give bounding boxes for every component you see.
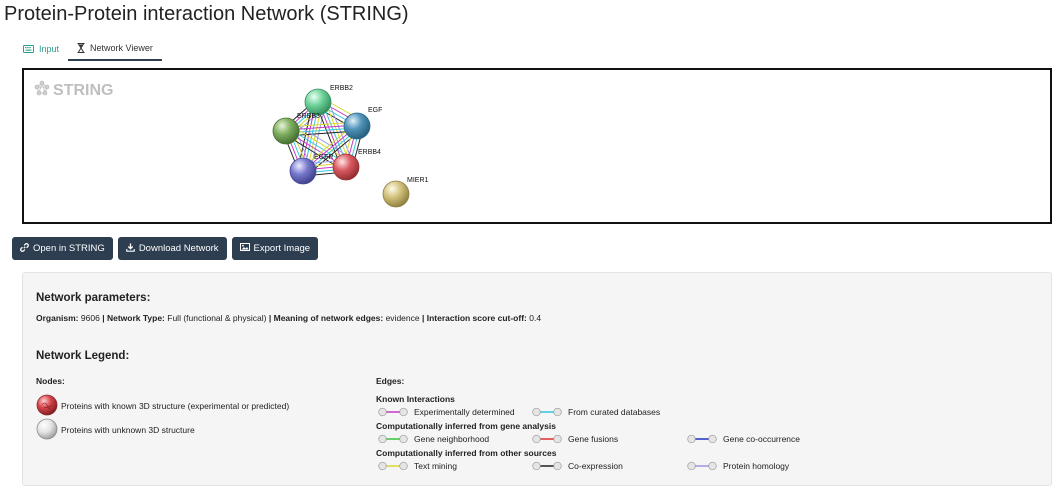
tab-network-viewer[interactable]: Network Viewer <box>68 36 162 61</box>
legend-edge-curated: From curated databases <box>532 407 660 417</box>
edge-swatch-coexpression <box>532 461 562 471</box>
node-label-erbb3: ERBB3 <box>297 113 320 120</box>
nodes-heading: Nodes: <box>36 376 65 386</box>
edges-heading: Edges: <box>376 376 405 386</box>
gene-analysis-heading: Computationally inferred from gene analy… <box>376 421 556 431</box>
legend-edge-experimental-label: Experimentally determined <box>414 407 515 417</box>
node-label-egfr: EGFR <box>314 154 333 161</box>
node-erbb4[interactable]: ERBB4 <box>332 149 381 181</box>
keyboard-icon <box>23 44 34 53</box>
action-buttons: Open in STRING Download Network Export I… <box>12 237 319 260</box>
download-icon <box>126 243 135 255</box>
legend-edge-homology-label: Protein homology <box>723 461 790 471</box>
network-nodes: ERBB2 ERBB3 EGF EGFR ERBB4 MIER1 <box>272 85 429 208</box>
edge-meaning-label: Meaning of network edges: <box>273 313 384 323</box>
legend-node-known: Proteins with known 3D structure (experi… <box>36 394 289 418</box>
node-label-egf: EGF <box>368 107 382 114</box>
tab-input-label: Input <box>39 43 60 54</box>
node-label-erbb4: ERBB4 <box>358 149 381 156</box>
known-interactions-heading: Known Interactions <box>376 394 455 404</box>
legend-edge-experimental: Experimentally determined <box>378 407 515 417</box>
legend-edge-textmining-label: Text mining <box>414 461 457 471</box>
edge-swatch-fusions <box>532 434 562 444</box>
network-graph[interactable]: ERBB2 ERBB3 EGF EGFR ERBB4 MIER1 <box>24 70 1050 222</box>
node-egf[interactable]: EGF <box>343 107 382 140</box>
node-mier1[interactable]: MIER1 <box>382 177 429 208</box>
network-type-label: Network Type: <box>106 313 165 323</box>
red-node-icon <box>36 394 58 418</box>
organism-label: Organism: <box>36 313 79 323</box>
tab-network-viewer-label: Network Viewer <box>90 42 153 53</box>
export-image-label: Export Image <box>253 243 311 254</box>
legend-edge-cooccurrence: Gene co-occurrence <box>687 434 800 444</box>
legend-node-unknown-label: Proteins with unknown 3D structure <box>61 425 195 435</box>
tab-input[interactable]: Input <box>14 36 68 61</box>
link-icon <box>20 242 29 255</box>
legend-edge-neighborhood: Gene neighborhood <box>378 434 489 444</box>
legend-node-unknown: Proteins with unknown 3D structure <box>36 418 195 442</box>
edge-swatch-neighborhood <box>378 434 408 444</box>
params-separator: | <box>102 313 105 323</box>
network-viewer[interactable]: STRING ERBB2 ERBB3 EGF EGFR ERBB4 MIER1 <box>22 68 1052 224</box>
legend-panel: Network parameters: Organism: 9606 | Net… <box>22 272 1052 486</box>
legend-node-known-label: Proteins with known 3D structure (experi… <box>61 401 290 411</box>
params-separator: | <box>421 313 425 323</box>
edge-swatch-textmining <box>378 461 408 471</box>
page-title: Protein-Protein interaction Network (STR… <box>4 3 409 25</box>
legend-edge-fusions: Gene fusions <box>532 434 618 444</box>
hourglass-icon <box>77 42 85 53</box>
params-separator: | <box>268 313 272 323</box>
legend-edge-neighborhood-label: Gene neighborhood <box>414 434 490 444</box>
network-parameters-line: Organism: 9606 | Network Type: Full (fun… <box>36 313 541 323</box>
network-parameters-heading: Network parameters: <box>36 292 151 304</box>
download-network-label: Download Network <box>138 243 219 254</box>
legend-edge-coexpression: Co-expression <box>532 461 623 471</box>
other-sources-heading: Computationally inferred from other sour… <box>376 448 557 458</box>
network-type-value: Full (functional & physical) <box>167 313 267 323</box>
node-label-mier1: MIER1 <box>407 177 429 184</box>
network-legend-heading: Network Legend: <box>36 350 130 362</box>
legend-edge-cooccurrence-label: Gene co-occurrence <box>723 434 801 444</box>
score-cutoff-label: Interaction score cut-off: <box>426 313 527 323</box>
open-in-string-label: Open in STRING <box>33 243 105 254</box>
legend-edge-textmining: Text mining <box>378 461 457 471</box>
edge-swatch-experimental <box>378 407 408 417</box>
edge-meaning-value: evidence <box>385 313 420 323</box>
score-cutoff-value: 0.4 <box>529 313 542 323</box>
export-image-button[interactable]: Export Image <box>231 237 319 260</box>
legend-edge-fusions-label: Gene fusions <box>568 434 619 444</box>
tab-bar: Input Network Viewer <box>14 36 162 62</box>
edge-swatch-curated <box>532 407 562 417</box>
legend-edge-homology: Protein homology <box>687 461 789 471</box>
legend-edge-curated-label: From curated databases <box>568 407 661 417</box>
open-in-string-button[interactable]: Open in STRING <box>12 237 113 260</box>
image-icon <box>239 243 250 254</box>
node-label-erbb2: ERBB2 <box>330 85 353 92</box>
edge-swatch-cooccurrence <box>687 434 717 444</box>
gray-node-icon <box>36 418 58 442</box>
download-network-button[interactable]: Download Network <box>117 237 227 260</box>
edge-swatch-homology <box>687 461 717 471</box>
legend-edge-coexpression-label: Co-expression <box>568 461 623 471</box>
organism-value: 9606 <box>80 313 100 323</box>
